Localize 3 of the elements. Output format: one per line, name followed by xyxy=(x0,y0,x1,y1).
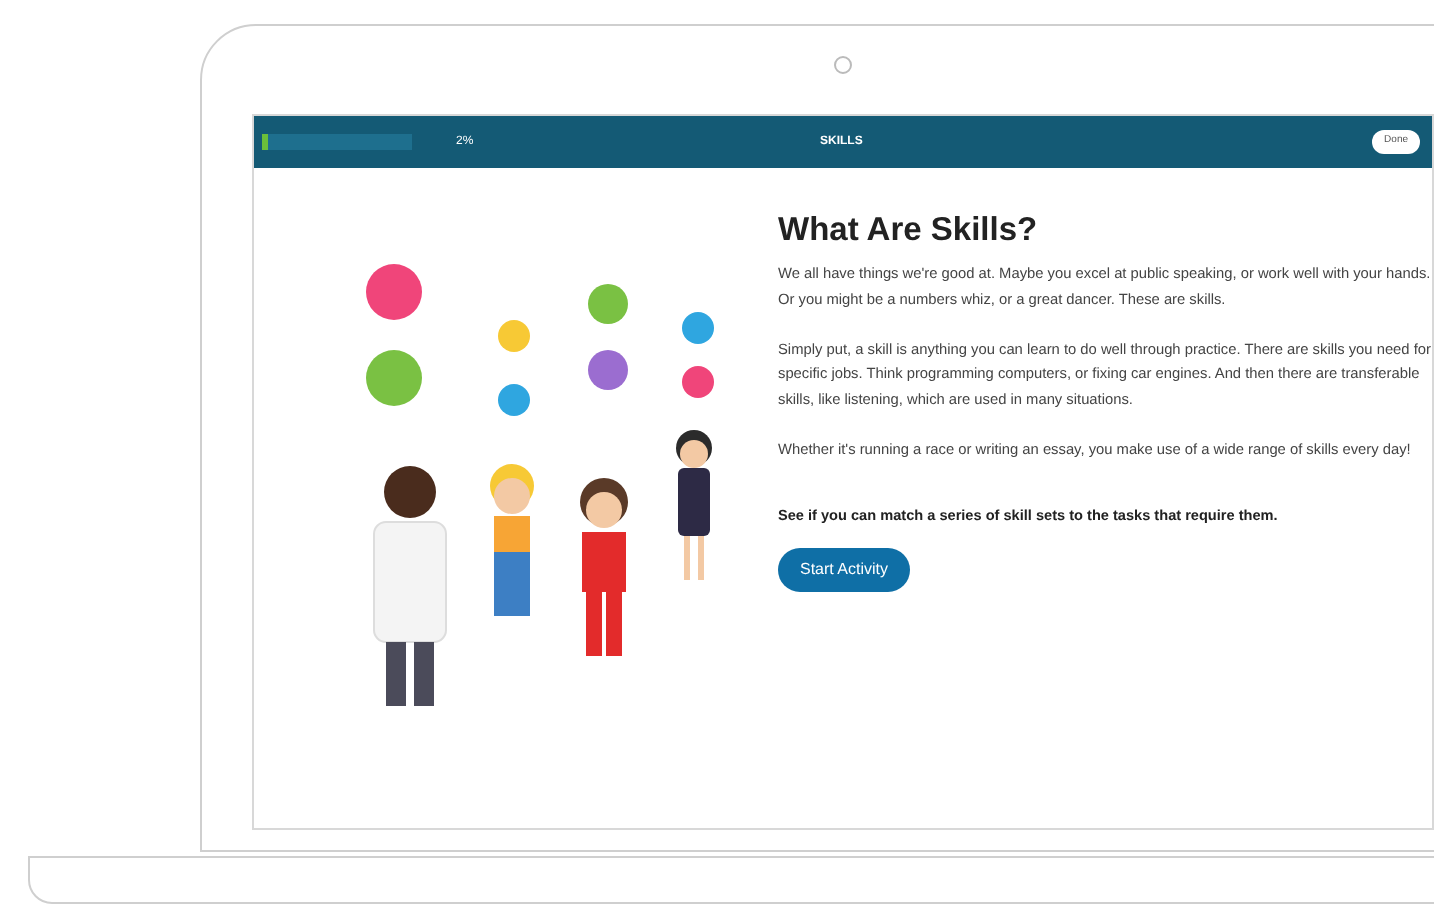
camera-icon xyxy=(834,56,852,74)
start-activity-button[interactable]: Start Activity xyxy=(778,547,911,592)
content-heading: What Are Skills? xyxy=(778,210,1040,252)
